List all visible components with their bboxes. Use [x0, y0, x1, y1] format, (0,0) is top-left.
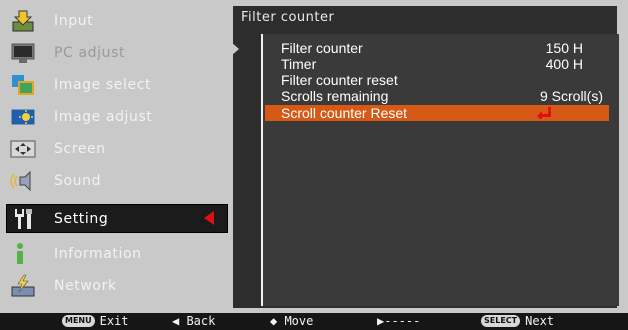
enter-return-icon — [537, 107, 551, 119]
row-label: Filter counter reset — [281, 72, 398, 88]
menu-item-label: Input — [54, 12, 94, 29]
menu-item-information[interactable]: Information — [6, 239, 228, 268]
image-select-icon — [10, 73, 36, 97]
panel-pointer-notch — [231, 42, 239, 56]
main-menu-sidebar: Input PC adjust Image select Image adjus… — [6, 6, 228, 308]
exit-hint: MENU Exit — [62, 314, 129, 328]
screen-icon — [10, 137, 36, 161]
menu-item-sound[interactable]: Sound — [6, 166, 228, 195]
wrench-icon — [10, 207, 36, 231]
menu-item-image-adjust[interactable]: Image adjust — [6, 102, 228, 131]
panel-title: Filter counter — [241, 10, 335, 25]
row-label: Scroll counter Reset — [281, 105, 408, 121]
menu-item-label: Network — [54, 277, 117, 294]
menu-item-label: Setting — [54, 210, 109, 227]
row-filter-counter[interactable]: Filter counter 150 H — [265, 40, 609, 56]
exit-label: Exit — [99, 314, 129, 328]
row-scroll-counter-reset[interactable]: Scroll counter Reset — [265, 105, 609, 121]
next-hint: SELECT Next — [481, 314, 554, 328]
row-value: 9 Scroll(s) — [539, 88, 603, 104]
network-icon — [10, 274, 36, 298]
menu-key-icon: MENU — [62, 315, 95, 327]
row-timer[interactable]: Timer 400 H — [265, 56, 609, 72]
navigation-hint-bar: MENU Exit ◀ Back ◆ Move ▶----- SELECT Next — [0, 313, 628, 330]
info-icon — [10, 242, 36, 266]
filter-counter-submenu: Filter counter 150 H Timer 400 H Filter … — [261, 34, 619, 306]
select-key-icon: SELECT — [481, 315, 521, 327]
row-label: Scrolls remaining — [281, 88, 389, 104]
menu-item-label: Information — [54, 245, 142, 262]
move-hint: ◆ Move — [270, 314, 314, 328]
speaker-icon — [10, 169, 36, 193]
menu-item-label: PC adjust — [54, 44, 126, 61]
menu-item-label: Screen — [54, 140, 106, 157]
menu-item-screen[interactable]: Screen — [6, 134, 228, 163]
row-value: 150 H — [545, 40, 583, 56]
menu-item-label: Image adjust — [54, 108, 153, 125]
input-arrow-icon — [10, 9, 36, 33]
right-hint: ▶----- — [377, 314, 421, 328]
menu-item-pc-adjust[interactable]: PC adjust — [6, 38, 228, 67]
selection-pointer-icon — [204, 211, 214, 225]
menu-item-label: Sound — [54, 172, 102, 189]
row-label: Filter counter — [281, 40, 363, 56]
menu-item-network[interactable]: Network — [6, 271, 228, 300]
row-value: 400 H — [545, 56, 583, 72]
back-hint: ◀ Back — [172, 314, 216, 328]
row-label: Timer — [281, 56, 317, 72]
menu-item-input[interactable]: Input — [6, 6, 228, 35]
menu-item-setting[interactable]: Setting — [6, 204, 228, 233]
image-adjust-icon — [10, 105, 36, 129]
menu-item-label: Image select — [54, 76, 152, 93]
row-filter-counter-reset[interactable]: Filter counter reset — [265, 72, 609, 88]
filter-counter-panel: Filter counter Filter counter 150 H Time… — [231, 6, 619, 308]
menu-item-image-select[interactable]: Image select — [6, 70, 228, 99]
next-label: Next — [525, 314, 555, 328]
row-scrolls-remaining[interactable]: Scrolls remaining 9 Scroll(s) — [265, 88, 609, 104]
pc-monitor-icon — [10, 41, 36, 65]
